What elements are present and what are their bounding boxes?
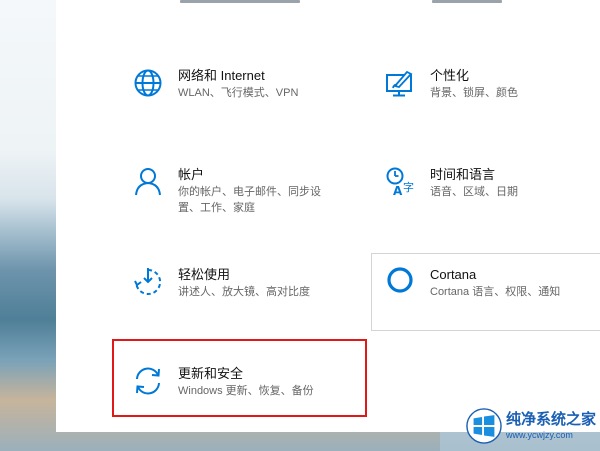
tile-cortana[interactable]: Cortana Cortana 语言、权限、通知	[384, 266, 588, 300]
red-highlight-box	[112, 339, 367, 417]
tile-title: 帐户	[178, 167, 205, 182]
tile-description: Cortana 语言、权限、通知	[430, 286, 561, 298]
tile-network-internet[interactable]: 网络和 Internet WLAN、飞行模式、VPN	[132, 67, 336, 101]
tile-description: 你的帐户、电子邮件、同步设置、工作、家庭	[178, 186, 321, 214]
tile-title: 网络和 Internet	[178, 68, 265, 83]
svg-text:A: A	[393, 184, 403, 198]
account-icon	[132, 166, 164, 198]
site-watermark: 纯净系统之家 www.ycwjzy.com	[466, 405, 596, 447]
tile-ease-of-access[interactable]: 轻松使用 讲述人、放大镜、高对比度	[132, 266, 336, 300]
tile-title: Cortana	[430, 267, 477, 282]
tile-description: 语音、区域、日期	[430, 186, 518, 198]
globe-icon	[132, 67, 164, 99]
windows-logo-icon	[466, 408, 502, 444]
clipped-text-right	[432, 0, 502, 3]
tile-personalization[interactable]: 个性化 背景、锁屏、颜色	[384, 67, 588, 101]
watermark-title: 纯净系统之家	[505, 411, 596, 428]
clipped-text-left	[180, 0, 300, 3]
svg-text:字: 字	[403, 180, 414, 194]
tile-time-language[interactable]: A 字 时间和语言 语音、区域、日期	[384, 166, 588, 200]
tile-description: 讲述人、放大镜、高对比度	[178, 286, 310, 298]
tile-description: WLAN、飞行模式、VPN	[178, 87, 299, 99]
time-language-icon: A 字	[384, 166, 416, 198]
personalization-icon	[384, 67, 416, 99]
tile-title: 时间和语言	[430, 167, 496, 182]
tile-title: 轻松使用	[178, 267, 231, 282]
cortana-icon	[384, 266, 416, 298]
ease-of-access-icon	[132, 266, 164, 298]
tile-title: 个性化	[430, 68, 470, 83]
tile-accounts[interactable]: 帐户 你的帐户、电子邮件、同步设置、工作、家庭	[132, 166, 336, 216]
tile-description: 背景、锁屏、颜色	[430, 87, 518, 99]
watermark-url: www.ycwjzy.com	[505, 430, 573, 440]
